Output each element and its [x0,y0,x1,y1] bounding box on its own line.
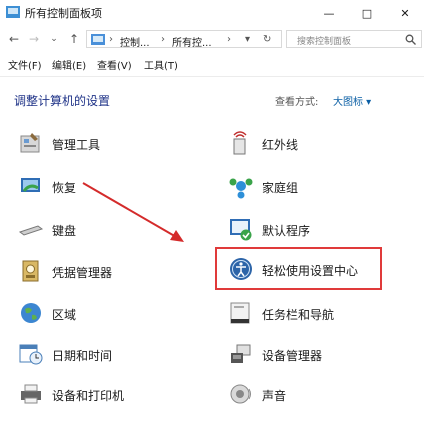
address-bar[interactable]: › 控制... › 所有控... › ▾ ↻ [86,30,282,49]
cp-item-label: 管理工具 [52,138,101,152]
maximize-button[interactable]: □ [348,0,386,26]
breadcrumb-all-items[interactable]: 所有控... [172,34,212,49]
cp-item-label: 设备管理器 [262,349,323,363]
cp-item-label: 家庭组 [262,181,299,195]
globe-icon [21,303,41,323]
breadcrumb-control-panel[interactable]: 控制... [120,34,150,49]
cp-item-homegroup[interactable]: 家庭组 [228,173,418,201]
menu-bar: 文件(F) 编辑(E) 查看(V) 工具(T) [0,54,424,74]
cp-item-label: 默认程序 [262,224,311,238]
cp-item-infrared[interactable]: 红外线 [228,130,418,158]
cp-item-label: 日期和时间 [52,349,113,363]
default-programs-icon [230,219,252,241]
forward-icon[interactable]: → [26,31,42,47]
view-by-label: 查看方式: [275,97,319,108]
window-title: 所有控制面板项 [25,7,102,20]
menu-tools[interactable]: 工具(T) [144,57,178,72]
admin-tools-icon [20,133,40,153]
cp-item-label: 凭据管理器 [52,266,113,280]
cp-item-label: 键盘 [52,224,77,238]
folder-icon [91,34,105,45]
keyboard-icon [18,225,44,236]
page-title: 调整计算机的设置 [14,94,111,108]
cp-item-default-programs[interactable]: 默认程序 [228,216,418,244]
cp-item-label: 轻松使用设置中心 [262,264,359,278]
cp-item-sound[interactable]: 声音 [228,381,418,409]
cp-item-keyboard[interactable]: 键盘 [18,216,208,244]
menu-view[interactable]: 查看(V) [97,57,132,72]
search-icon[interactable] [405,34,416,45]
back-icon[interactable]: ← [6,31,22,47]
cp-item-taskbar-navigation[interactable]: 任务栏和导航 [228,300,418,328]
homegroup-icon [229,178,253,199]
cp-item-label: 任务栏和导航 [262,308,335,322]
cp-item-date-time[interactable]: 日期和时间 [18,341,208,369]
cp-item-device-manager[interactable]: 设备管理器 [228,341,418,369]
search-input[interactable]: 搜索控制面板 [286,30,422,48]
printer-icon [21,384,41,404]
divider [0,76,424,77]
cp-item-devices-printers[interactable]: 设备和打印机 [18,381,208,409]
title-bar: 所有控制面板项 — □ ✕ [0,0,424,26]
breadcrumb-separator: › [227,34,231,45]
view-by-dropdown[interactable]: 大图标 ▾ [333,93,371,108]
menu-edit[interactable]: 编辑(E) [52,57,86,72]
cp-item-region[interactable]: 区域 [18,300,208,328]
recent-locations-icon[interactable]: ⌄ [46,31,62,47]
infrared-icon [233,131,247,155]
speaker-icon [230,384,251,404]
search-placeholder: 搜索控制面板 [297,37,352,47]
recovery-icon [21,178,40,192]
cp-item-label: 恢复 [52,181,77,195]
cp-item-label: 红外线 [262,138,299,152]
cp-item-label: 区域 [52,308,77,322]
close-button[interactable]: ✕ [386,0,424,26]
cp-item-label: 声音 [262,389,287,403]
menu-file[interactable]: 文件(F) [8,57,42,72]
breadcrumb-separator: › [109,34,113,45]
minimize-button[interactable]: — [310,0,348,26]
credential-manager-icon [22,260,39,282]
control-panel-icon [6,6,20,18]
cp-item-label: 设备和打印机 [52,389,125,403]
device-manager-icon [231,344,251,363]
breadcrumb-separator: › [161,34,165,45]
address-dropdown-icon[interactable]: ▾ [245,34,250,45]
cp-item-admin-tools[interactable]: 管理工具 [18,130,208,158]
cp-item-recovery[interactable]: 恢复 [18,173,208,201]
ease-of-access-icon [230,258,252,280]
cp-item-ease-of-access[interactable]: 轻松使用设置中心 [228,256,418,284]
address-row: ← → ⌄ ↑ › 控制... › 所有控... › ▾ ↻ 搜索控制面板 [0,28,424,50]
taskbar-icon [230,302,250,324]
up-icon[interactable]: ↑ [66,31,82,47]
calendar-clock-icon [19,344,43,365]
cp-item-credential-manager[interactable]: 凭据管理器 [18,258,208,286]
refresh-icon[interactable]: ↻ [263,34,271,45]
